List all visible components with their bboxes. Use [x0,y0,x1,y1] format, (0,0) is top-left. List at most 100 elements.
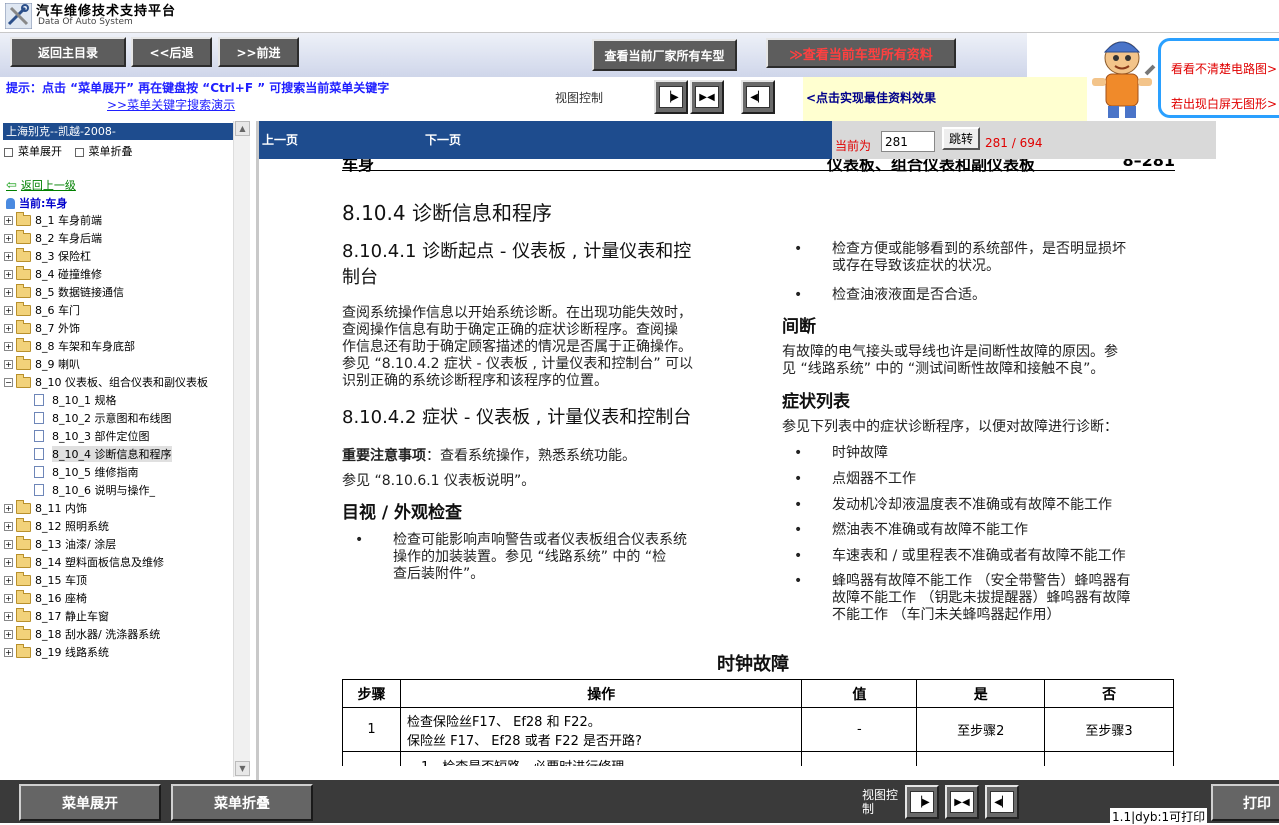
page-header: 车身 仪表板、组合仪表和副仪表板 8–281 [342,159,1175,174]
bottom-view-left-button[interactable]: ▕▶ [905,785,939,819]
tree-node[interactable]: +8_15 车顶 [4,571,234,589]
plus-icon[interactable]: + [4,521,13,531]
plus-icon[interactable]: + [4,647,13,657]
plus-icon[interactable]: + [4,539,13,549]
bottom-view-center-button[interactable]: ▶◀ [945,785,979,819]
folder-icon [16,517,31,532]
bottom-view-right-button[interactable]: ◀▏ [985,785,1019,819]
plus-icon[interactable]: + [4,593,13,603]
tree-node[interactable]: +8_8 车架和车身底部 [4,337,234,355]
plus-icon[interactable]: + [4,305,13,315]
tree-node[interactable]: +8_13 油漆/ 涂层 [4,535,234,553]
bottom-expand-button[interactable]: 菜单展开 [19,784,161,821]
minus-icon[interactable]: − [4,377,13,387]
tree-node[interactable]: +8_6 车门 [4,301,234,319]
col-yes: 是 [916,679,1046,708]
circuit-unclear-link[interactable]: 看看不清楚电路图> [1171,60,1277,77]
arrow-left-bar-icon: ◀▏ [746,86,770,108]
tree-leaf-selected[interactable]: 8_10_4 诊断信息和程序 [4,445,234,463]
tree-leaf[interactable]: 8_10_1 规格 [4,391,234,409]
next-page-link[interactable]: 下一页 [425,131,461,148]
tree-node[interactable]: +8_16 座椅 [4,589,234,607]
plus-icon[interactable]: + [4,503,13,513]
print-button[interactable]: 打印 [1211,784,1279,821]
tree-node[interactable]: +8_2 车身后端 [4,229,234,247]
title-bar: 汽车维修技术支持平台 Data Of Auto System [0,0,1279,33]
tree-collapse-link[interactable]: 菜单折叠 [75,143,133,159]
main-menu-button[interactable]: 返回主目录 [10,37,126,67]
all-data-button[interactable]: ≫查看当前车型所有资料 [766,38,956,68]
cell-operation: 检查保险丝F17、 Ef28 和 F22。 保险丝 F17、 Ef28 或者 F2… [399,707,803,752]
plus-icon[interactable]: + [4,251,13,261]
page-number-input[interactable] [881,131,935,152]
back-arrow-icon: ⇦ [6,177,17,193]
current-node: 当前:车身 [6,195,67,211]
forward-button[interactable]: >>前进 [218,37,299,67]
tree-node[interactable]: +8_7 外饰 [4,319,234,337]
tree-leaf[interactable]: 8_10_2 示意图和布线图 [4,409,234,427]
symptom-item: 车速表和 / 或里程表不准确或者有故障不能工作 [794,548,1126,565]
arrow-left-bar-icon: ◀▏ [990,791,1014,813]
tree-node[interactable]: +8_9 喇叭 [4,355,234,373]
tree-expand-link[interactable]: 菜单展开 [4,143,62,159]
plus-icon[interactable]: + [4,287,13,297]
tree-node-expanded[interactable]: −8_10 仪表板、组合仪表和副仪表板 [4,373,234,391]
document-icon [34,484,44,496]
plus-icon[interactable]: + [4,611,13,621]
plus-icon[interactable]: + [4,575,13,585]
bottom-collapse-button[interactable]: 菜单折叠 [171,784,313,821]
tree-leaf[interactable]: 8_10_5 维修指南 [4,463,234,481]
tree-node[interactable]: +8_1 车身前端 [4,211,234,229]
table-title: 时钟故障 [717,654,789,675]
plus-icon[interactable]: + [4,629,13,639]
prev-page-link[interactable]: 上一页 [262,131,298,148]
subsection-heading-2: 8.10.4.2 症状 - 仪表板 , 计量仪表和控制台 [342,407,692,428]
header-section: 车身 [342,159,375,174]
tree-node[interactable]: +8_14 塑料面板信息及维修 [4,553,234,571]
bottom-view-label: 视图控制 [862,788,899,816]
tree-node[interactable]: +8_18 刮水器/ 洗涤器系统 [4,625,234,643]
mechanic-mascot-icon [1092,41,1156,118]
document-icon [34,412,44,424]
folder-icon [16,265,31,280]
search-demo-link[interactable]: >>菜单关键字搜索演示 [107,96,235,113]
view-center-button[interactable]: ▶◀ [690,80,724,114]
maker-models-button[interactable]: 查看当前厂家所有车型 [592,39,737,71]
tree-node[interactable]: +8_11 内饰 [4,499,234,517]
col-operation: 操作 [399,679,803,708]
symptom-item: 时钟故障 [794,445,888,462]
view-left-button[interactable]: ▕▶ [654,80,688,114]
intermittent-paragraph: 有故障的电气接头或导线也许是间断性故障的原因。参 见 “线路系统” 中的 “测试… [782,344,1118,377]
section-heading: 8.10.4 诊断信息和程序 [342,201,552,225]
tree-node[interactable]: +8_4 碰撞维修 [4,265,234,283]
document-icon [34,448,44,460]
scroll-down-icon[interactable]: ▼ [235,761,250,776]
back-button[interactable]: <<后退 [131,37,212,67]
status-text: 1.1|dyb:1可打印 [1110,808,1208,825]
cell-step: 1 [342,707,401,752]
folder-icon [16,643,31,658]
scroll-up-icon[interactable]: ▲ [235,121,250,136]
plus-icon[interactable]: + [4,359,13,369]
plus-icon[interactable]: + [4,323,13,333]
view-right-button[interactable]: ◀▏ [741,80,775,114]
folder-icon [16,499,31,514]
tree-leaf[interactable]: 8_10_3 部件定位图 [4,427,234,445]
tree-leaf[interactable]: 8_10_6 说明与操作_ [4,481,234,499]
plus-icon[interactable]: + [4,341,13,351]
plus-icon[interactable]: + [4,233,13,243]
tree-node[interactable]: +8_17 静止车窗 [4,607,234,625]
folder-icon [16,247,31,262]
plus-icon[interactable]: + [4,215,13,225]
back-up-link[interactable]: ⇦ 返回上一级 [6,177,76,193]
tree-node[interactable]: +8_3 保险杠 [4,247,234,265]
white-screen-link[interactable]: 若出现白屏无图形> [1171,95,1277,112]
left-scrollbar[interactable]: ▲ ▼ [233,121,250,777]
jump-button[interactable]: 跳转 [942,127,980,150]
plus-icon[interactable]: + [4,557,13,567]
tree-node[interactable]: +8_5 数据链接通信 [4,283,234,301]
tree-node[interactable]: +8_12 照明系统 [4,517,234,535]
tree-node[interactable]: +8_19 线路系统 [4,643,234,661]
symptom-item: 燃油表不准确或有故障不能工作 [794,522,1028,539]
plus-icon[interactable]: + [4,269,13,279]
